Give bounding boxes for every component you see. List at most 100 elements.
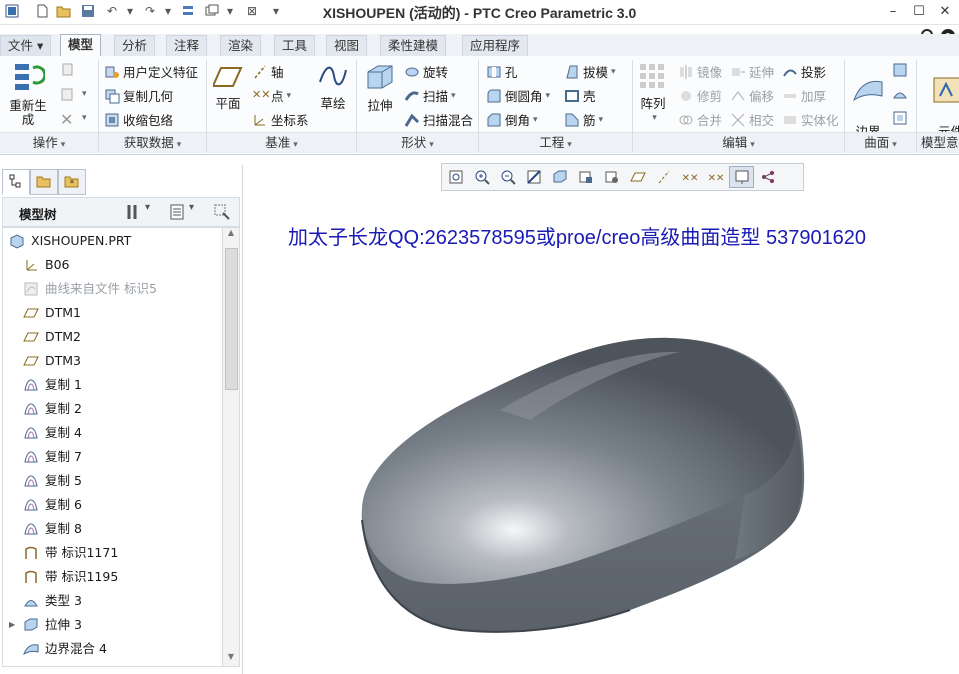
tree-item[interactable]: DTM3	[23, 350, 81, 372]
display-style-icon[interactable]	[547, 166, 572, 188]
tab-file[interactable]: 文件 ▾	[0, 35, 52, 56]
csys-button[interactable]: 坐标系	[252, 110, 309, 129]
swept-blend-button[interactable]: 扫描混合	[404, 110, 473, 129]
copy-geometry-button[interactable]: 复制几何	[104, 86, 173, 105]
group-engineering[interactable]: 工程 ▾	[479, 132, 632, 153]
show-options-icon[interactable]	[169, 203, 185, 224]
tree-item[interactable]: 复制 7	[23, 446, 82, 468]
filter-icon[interactable]	[213, 203, 231, 224]
plane-display-icon[interactable]	[625, 166, 650, 188]
minimize-button[interactable]: –	[880, 2, 906, 20]
chamfer-button[interactable]: 倒角 ▾	[486, 110, 538, 129]
tree-item[interactable]: B06	[23, 254, 69, 276]
tab-model[interactable]: 模型	[60, 34, 102, 57]
tab-render[interactable]: 渲染	[220, 35, 262, 56]
tab-flexible-modeling[interactable]: 柔性建模	[380, 35, 447, 56]
fill-button[interactable]	[892, 110, 911, 126]
zoom-out-icon[interactable]	[495, 166, 520, 188]
zoom-in-icon[interactable]	[469, 166, 494, 188]
plane-button[interactable]: 平面	[210, 62, 246, 111]
sketch-button[interactable]: 草绘	[316, 62, 350, 111]
close-button[interactable]: ✕	[932, 2, 958, 20]
tree-item[interactable]: 带 标识1171	[23, 542, 118, 564]
tab-analysis[interactable]: 分析	[114, 35, 156, 56]
mirror-button[interactable]: 镜像	[678, 62, 722, 81]
sweep-button[interactable]: 扫描 ▾	[404, 86, 456, 105]
tab-annotate[interactable]: 注释	[166, 35, 208, 56]
repaint-icon[interactable]	[521, 166, 546, 188]
tree-item[interactable]: 复制 6	[23, 494, 82, 516]
group-editing[interactable]: 编辑 ▾	[633, 132, 844, 153]
solidify-button[interactable]: 实体化	[782, 110, 839, 129]
group-model-intent[interactable]: 模型意图	[917, 132, 959, 153]
paste-button[interactable]: ▾	[60, 86, 87, 102]
model-tree-scrollbar[interactable]: ▲ ▼	[222, 227, 240, 667]
hole-button[interactable]: 孔	[486, 62, 518, 81]
settings-dropdown-icon[interactable]: ▾	[145, 202, 150, 213]
tree-item[interactable]: ▶ 拉伸 3	[9, 614, 82, 636]
tree-item[interactable]: 带 标识1195	[23, 566, 118, 588]
tree-item[interactable]: 复制 2	[23, 398, 82, 420]
udf-button[interactable]: 用户定义特征	[104, 62, 198, 81]
tree-item[interactable]: 复制 8	[23, 518, 82, 540]
spin-center-icon[interactable]	[755, 166, 780, 188]
rib-button[interactable]: 筋 ▾	[564, 110, 603, 129]
shrinkwrap-button[interactable]: 收缩包络	[104, 110, 173, 129]
tree-item[interactable]: 复制 5	[23, 470, 82, 492]
tree-item[interactable]: 类型 3	[23, 590, 82, 612]
scroll-down-icon[interactable]: ▼	[225, 652, 237, 666]
point-button[interactable]: ✕✕ 点 ▾	[252, 86, 291, 105]
delete-button[interactable]: ✕ ▾	[60, 110, 87, 129]
extrude-button[interactable]: 拉伸	[362, 62, 398, 113]
offset-button[interactable]: 偏移	[730, 86, 774, 105]
project-button[interactable]: 投影	[782, 62, 826, 81]
tree-item[interactable]: DTM1	[23, 302, 81, 324]
tree-item[interactable]: 曲线来自文件 标识5	[23, 278, 157, 300]
style-button[interactable]	[892, 86, 911, 102]
revolve-button[interactable]: 旋转	[404, 62, 448, 81]
regenerate-button[interactable]: 重新生成	[4, 60, 52, 127]
expand-icon[interactable]: ▶	[9, 614, 15, 636]
view-manager-icon[interactable]	[599, 166, 624, 188]
model-tree-tab[interactable]	[2, 169, 30, 195]
pattern-button[interactable]: 阵列 ▾	[636, 62, 670, 125]
folder-browser-tab[interactable]	[30, 169, 58, 195]
tab-applications[interactable]: 应用程序	[462, 35, 529, 56]
show-dropdown-icon[interactable]: ▾	[189, 202, 194, 213]
axis-display-icon[interactable]	[651, 166, 676, 188]
point-display-icon[interactable]: ✕✕	[677, 166, 702, 188]
group-operations[interactable]: 操作 ▾	[0, 132, 98, 153]
scroll-thumb[interactable]	[225, 248, 238, 390]
tree-item[interactable]: XISHOUPEN.PRT	[9, 230, 131, 252]
maximize-button[interactable]: ☐	[906, 2, 932, 20]
draft-button[interactable]: 拔模 ▾	[564, 62, 616, 81]
csys-display-icon[interactable]: ✕✕	[703, 166, 728, 188]
tab-view[interactable]: 视图	[326, 35, 368, 56]
settings-tools-icon[interactable]	[125, 203, 143, 224]
tab-tools[interactable]: 工具	[274, 35, 316, 56]
thicken-button[interactable]: 加厚	[782, 86, 826, 105]
merge-button[interactable]: 合并	[678, 110, 722, 129]
freestyle-button[interactable]	[892, 62, 911, 78]
mouse-shell-model[interactable]	[340, 330, 820, 640]
annotation-display-icon[interactable]	[729, 166, 754, 188]
tree-item[interactable]: 边界混合 4	[23, 638, 107, 660]
favorites-tab[interactable]: *	[58, 169, 86, 195]
group-shapes[interactable]: 形状 ▾	[357, 132, 478, 153]
scroll-up-icon[interactable]: ▲	[225, 228, 237, 242]
group-datum[interactable]: 基准 ▾	[207, 132, 356, 153]
axis-button[interactable]: 轴	[252, 62, 284, 81]
tree-item[interactable]: DTM2	[23, 326, 81, 348]
group-surfaces[interactable]: 曲面 ▾	[845, 132, 916, 153]
refit-icon[interactable]	[443, 166, 468, 188]
copy-button[interactable]	[60, 62, 79, 78]
extend-button[interactable]: 延伸	[730, 62, 774, 81]
group-get-data[interactable]: 获取数据 ▾	[99, 132, 206, 153]
saved-views-icon[interactable]	[573, 166, 598, 188]
tree-item[interactable]: 复制 4	[23, 422, 82, 444]
shell-button[interactable]: 壳	[564, 86, 596, 105]
trim-button[interactable]: 修剪	[678, 86, 722, 105]
round-button[interactable]: 倒圆角 ▾	[486, 86, 550, 105]
tree-item[interactable]: 复制 1	[23, 374, 82, 396]
intersect-button[interactable]: 相交	[730, 110, 774, 129]
